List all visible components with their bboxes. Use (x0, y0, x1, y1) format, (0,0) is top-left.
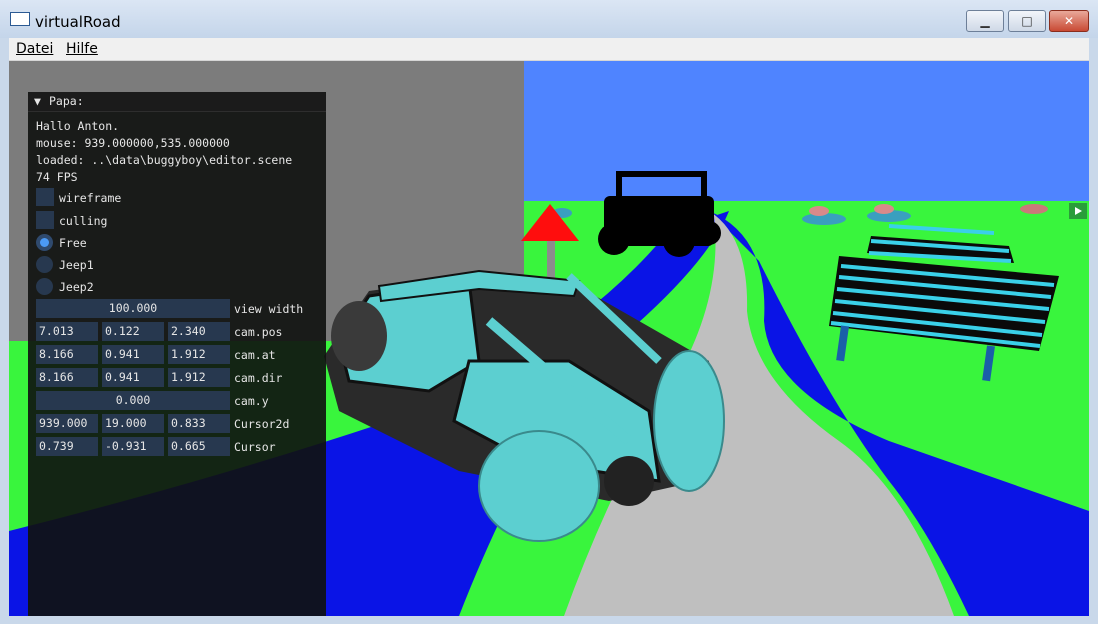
cam-dir-z-field[interactable]: 1.912 (168, 368, 230, 387)
cam-pos-y-field[interactable]: 0.122 (102, 322, 164, 341)
maximize-button[interactable]: □ (1008, 10, 1046, 32)
debug-panel[interactable]: ▼ Papa: Hallo Anton. mouse: 939.000000,5… (28, 92, 326, 616)
menu-datei[interactable]: Datei (16, 41, 53, 57)
loaded-scene-text: loaded: ..\data\buggyboy\editor.scene (36, 153, 293, 167)
menu-hilfe[interactable]: Hilfe (66, 41, 98, 57)
cam-at-z-field[interactable]: 1.912 (168, 345, 230, 364)
cursor2d-y-field[interactable]: 19.000 (102, 414, 164, 433)
radio-jeep2[interactable] (36, 278, 53, 295)
radio-jeep1-label: Jeep1 (59, 258, 94, 272)
wireframe-checkbox[interactable] (36, 188, 54, 206)
cam-pos-z-field[interactable]: 2.340 (168, 322, 230, 341)
cursor-z-field[interactable]: 0.665 (168, 437, 230, 456)
culling-label: culling (59, 214, 108, 228)
cursor-x-field[interactable]: 0.739 (36, 437, 98, 456)
cursor-label: Cursor (234, 440, 276, 454)
view-width-slider[interactable]: 100.000 (36, 299, 230, 318)
radio-free[interactable] (36, 234, 53, 251)
cam-at-label: cam.at (234, 348, 276, 362)
cam-y-value: 0.000 (115, 393, 151, 407)
mouse-readout: mouse: 939.000000,535.000000 (36, 136, 230, 150)
cursor2d-x-field[interactable]: 939.000 (36, 414, 98, 433)
radio-jeep1[interactable] (36, 256, 53, 273)
greeting-text: Hallo Anton. (36, 119, 120, 133)
panel-title: Papa: (49, 94, 84, 108)
cursor-y-field[interactable]: -0.931 (102, 437, 164, 456)
cam-pos-label: cam.pos (234, 325, 283, 339)
wireframe-label: wireframe (59, 191, 122, 205)
panel-titlebar[interactable]: ▼ Papa: (28, 92, 326, 112)
cam-y-slider[interactable]: 0.000 (36, 391, 230, 410)
cam-dir-y-field[interactable]: 0.941 (102, 368, 164, 387)
window-titlebar[interactable]: virtualRoad ▁ □ ✕ (0, 0, 1098, 38)
cam-at-y-field[interactable]: 0.941 (102, 345, 164, 364)
cam-y-label: cam.y (234, 394, 269, 408)
radio-jeep2-label: Jeep2 (59, 280, 94, 294)
view-width-value: 100.000 (108, 301, 158, 315)
cam-at-x-field[interactable]: 8.166 (36, 345, 98, 364)
fps-readout: 74 FPS (36, 170, 78, 184)
menu-bar: Datei Hilfe (9, 38, 1089, 61)
app-window-icon (10, 12, 30, 26)
window-bottom-border (0, 616, 1098, 624)
collapse-arrow-icon[interactable]: ▼ (34, 94, 41, 108)
window-title: virtualRoad (35, 13, 121, 31)
cam-dir-x-field[interactable]: 8.166 (36, 368, 98, 387)
cursor2d-z-field[interactable]: 0.833 (168, 414, 230, 433)
view-width-label: view width (234, 302, 304, 316)
cursor2d-label: Cursor2d (234, 417, 290, 431)
close-button[interactable]: ✕ (1049, 10, 1089, 32)
cam-pos-x-field[interactable]: 7.013 (36, 322, 98, 341)
cam-dir-label: cam.dir (234, 371, 283, 385)
culling-checkbox[interactable] (36, 211, 54, 229)
minimize-button[interactable]: ▁ (966, 10, 1004, 32)
radio-free-label: Free (59, 236, 87, 250)
